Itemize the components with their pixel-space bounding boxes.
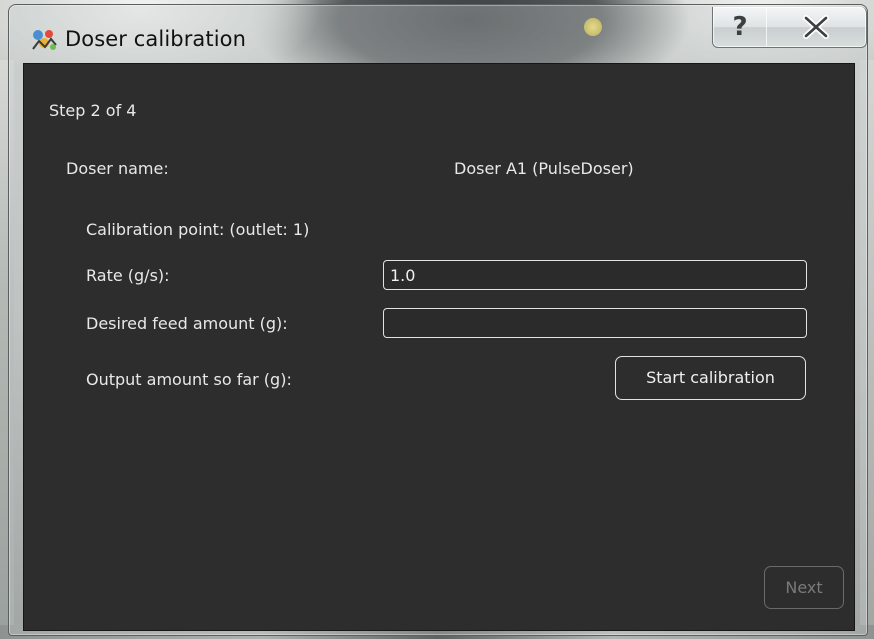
help-icon: ? xyxy=(732,12,748,42)
rate-input[interactable] xyxy=(383,260,807,290)
close-icon xyxy=(803,15,829,39)
calibration-point-label: Calibration point: (outlet: 1) xyxy=(86,220,310,239)
start-calibration-button[interactable]: Start calibration xyxy=(615,356,806,400)
desired-feed-input[interactable] xyxy=(383,308,807,338)
doser-name-label: Doser name: xyxy=(66,159,169,178)
next-button[interactable]: Next xyxy=(764,566,844,609)
desired-feed-label: Desired feed amount (g): xyxy=(86,314,288,333)
rate-label: Rate (g/s): xyxy=(86,266,170,285)
doser-calibration-dialog: Doser calibration ? Step 2 of 4 Doser na… xyxy=(8,4,868,636)
title-bar[interactable]: Doser calibration ? xyxy=(9,5,867,63)
step-indicator: Step 2 of 4 xyxy=(49,101,137,120)
doser-name-value: Doser A1 (PulseDoser) xyxy=(454,159,634,178)
window-title: Doser calibration xyxy=(65,27,247,51)
close-button[interactable] xyxy=(766,7,867,48)
doser-app-icon xyxy=(32,30,57,50)
wizard-panel: Step 2 of 4 Doser name: Doser A1 (PulseD… xyxy=(23,63,855,631)
help-button[interactable]: ? xyxy=(712,7,768,48)
output-amount-label: Output amount so far (g): xyxy=(86,370,292,389)
